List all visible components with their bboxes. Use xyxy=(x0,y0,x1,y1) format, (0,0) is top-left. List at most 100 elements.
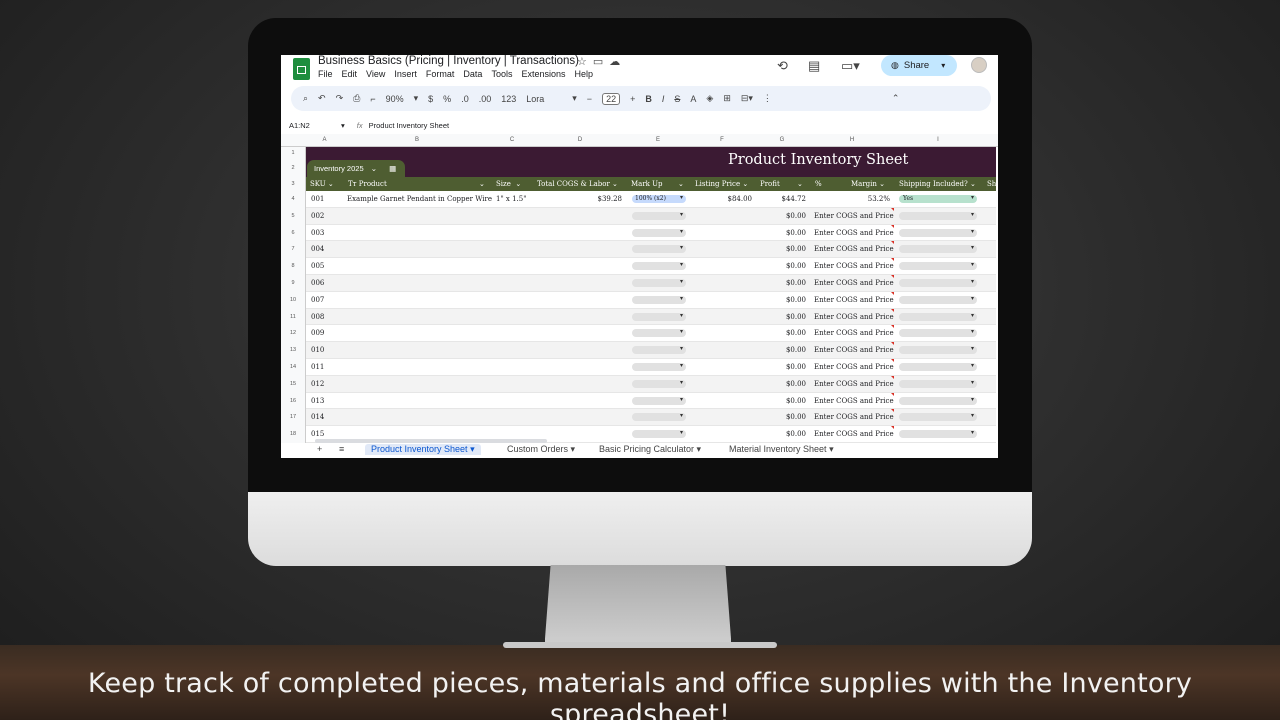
cell-profit[interactable]: $0.00 xyxy=(768,212,806,220)
cell-sku[interactable]: 001 xyxy=(311,195,324,203)
markup-dropdown[interactable]: ▾ xyxy=(632,261,686,271)
menu-view[interactable]: View xyxy=(366,69,385,79)
document-title[interactable]: Business Basics (Pricing | Inventory | T… xyxy=(318,55,579,67)
markup-dropdown[interactable]: ▾ xyxy=(632,228,686,237)
paint-format-icon[interactable]: ⌐ xyxy=(370,94,375,104)
header-shipping[interactable]: Shipping Included? ⌄ xyxy=(899,180,976,188)
collapse-toolbar-icon[interactable]: ⌃ xyxy=(892,93,900,104)
cell-margin[interactable]: Enter COGS and Price xyxy=(814,262,894,270)
cell-profit[interactable]: $0.00 xyxy=(768,413,806,421)
version-history-icon[interactable]: ⟲ xyxy=(777,58,788,74)
cell-sku[interactable]: 009 xyxy=(311,329,324,337)
header-sku[interactable]: SKU ⌄ xyxy=(310,180,334,188)
markup-dropdown[interactable]: ▾ xyxy=(632,328,686,338)
cell-cogs[interactable]: $39.28 xyxy=(576,195,623,203)
tab-material-inventory-sheet[interactable]: Material Inventory Sheet ▾ xyxy=(729,444,834,455)
cell-margin[interactable]: Enter COGS and Price xyxy=(814,313,894,321)
share-button[interactable]: ◍ Share ▾ xyxy=(881,55,957,76)
cell-margin[interactable]: Enter COGS and Price xyxy=(814,413,894,421)
row-header[interactable]: 15 xyxy=(281,375,306,393)
chevron-down-icon[interactable]: ⌄ xyxy=(371,164,377,173)
menu-file[interactable]: File xyxy=(318,69,333,79)
cell-sku[interactable]: 015 xyxy=(311,430,324,438)
row-header[interactable]: 6 xyxy=(281,224,306,242)
markup-dropdown[interactable]: ▾ xyxy=(632,412,686,422)
cell-listing-price[interactable]: $84.00 xyxy=(706,195,753,203)
all-sheets-button[interactable]: ≡ xyxy=(339,444,344,454)
header-sh[interactable]: Sh xyxy=(987,180,996,188)
shipping-dropdown[interactable]: ▾ xyxy=(899,244,977,254)
column-header-a[interactable]: A xyxy=(306,137,343,143)
header-margin[interactable]: Margin ⌄ xyxy=(851,180,885,188)
meet-camera-icon[interactable]: ▭▾ xyxy=(841,58,860,74)
cell-margin[interactable]: Enter COGS and Price xyxy=(814,245,894,253)
comment-indicator[interactable] xyxy=(891,342,894,346)
cell-margin[interactable]: Enter COGS and Price xyxy=(814,296,894,304)
comment-indicator[interactable] xyxy=(891,258,894,262)
header-profit-filter-icon[interactable]: ⌄ xyxy=(797,180,803,188)
header-size[interactable]: Size ⌄ xyxy=(496,180,521,188)
markup-dropdown[interactable]: ▾ xyxy=(632,278,686,287)
cell-product[interactable]: Example Garnet Pendant in Copper Wire xyxy=(347,195,492,203)
row-header[interactable]: 3 xyxy=(281,177,306,191)
header-markup-filter-icon[interactable]: ⌄ xyxy=(678,180,684,188)
row-header[interactable]: 13 xyxy=(281,342,306,359)
cell-sku[interactable]: 007 xyxy=(311,296,324,304)
comments-icon[interactable]: ▤ xyxy=(808,58,820,74)
header-product-filter-icon[interactable]: ⌄ xyxy=(479,180,485,188)
column-header-i[interactable]: I xyxy=(895,137,981,143)
table-view-icon[interactable]: ▦ xyxy=(389,164,396,173)
menu-edit[interactable]: Edit xyxy=(342,69,358,79)
row-header[interactable]: 12 xyxy=(281,325,306,343)
undo-icon[interactable]: ↶ xyxy=(318,93,326,104)
cell-margin[interactable]: 53.2% xyxy=(846,195,890,203)
shipping-dropdown[interactable]: ▾ xyxy=(899,328,977,338)
chevron-down-icon[interactable]: ▾ xyxy=(341,121,345,130)
cloud-status-icon[interactable]: ☁ xyxy=(609,56,626,68)
search-menus-icon[interactable]: ⌕ xyxy=(303,93,308,104)
row-header[interactable]: 4 xyxy=(281,191,306,208)
row-header[interactable]: 10 xyxy=(281,291,306,309)
cell-margin[interactable]: Enter COGS and Price xyxy=(814,329,894,337)
chevron-down-icon[interactable]: ▾ xyxy=(414,93,419,104)
chevron-down-icon[interactable]: ▾ xyxy=(572,93,577,104)
markup-dropdown[interactable]: ▾ xyxy=(632,312,686,321)
cell-profit[interactable]: $0.00 xyxy=(768,380,806,388)
cell-profit[interactable]: $0.00 xyxy=(768,262,806,270)
markup-dropdown[interactable]: ▾ xyxy=(632,345,686,355)
cell-sku[interactable]: 008 xyxy=(311,313,324,321)
cell-margin[interactable]: Enter COGS and Price xyxy=(814,363,894,371)
shipping-dropdown[interactable]: ▾ xyxy=(899,261,977,271)
cell-sku[interactable]: 002 xyxy=(311,212,324,220)
borders-icon[interactable]: ⊞ xyxy=(723,93,731,104)
cell-margin[interactable]: Enter COGS and Price xyxy=(814,279,894,287)
cell-sku[interactable]: 012 xyxy=(311,380,324,388)
row-header[interactable]: 1 xyxy=(281,147,306,160)
name-box[interactable]: A1:N2 xyxy=(281,121,341,130)
number-format-button[interactable]: 123 xyxy=(501,94,516,104)
shipping-dropdown[interactable]: ▾ xyxy=(899,228,977,237)
tab-basic-pricing-calculator[interactable]: Basic Pricing Calculator ▾ xyxy=(599,444,701,455)
decrease-decimal-button[interactable]: .0 xyxy=(461,94,469,104)
row-header[interactable]: 14 xyxy=(281,359,306,376)
markup-dropdown[interactable]: 100% (x2) ▾ xyxy=(632,194,686,203)
shipping-dropdown[interactable]: ▾ xyxy=(899,396,977,405)
zoom-select[interactable]: 90% xyxy=(386,94,404,104)
cell-sku[interactable]: 011 xyxy=(311,363,324,371)
cell-margin[interactable]: Enter COGS and Price xyxy=(814,397,894,405)
cell-profit[interactable]: $0.00 xyxy=(768,346,806,354)
column-header-h[interactable]: H xyxy=(809,137,895,143)
markup-dropdown[interactable]: ▾ xyxy=(632,211,686,220)
row-header[interactable]: 7 xyxy=(281,241,306,259)
header-listing-price[interactable]: Listing Price ⌄ xyxy=(695,180,748,188)
menu-insert[interactable]: Insert xyxy=(394,69,417,79)
cell-profit[interactable]: $0.00 xyxy=(768,229,806,237)
comment-indicator[interactable] xyxy=(891,409,894,413)
menu-format[interactable]: Format xyxy=(426,69,455,79)
row-header[interactable]: 2 xyxy=(281,160,306,177)
header-profit[interactable]: Profit xyxy=(760,180,780,188)
header-product[interactable]: Tт Product xyxy=(348,180,387,188)
comment-indicator[interactable] xyxy=(891,241,894,245)
row-header[interactable]: 17 xyxy=(281,409,306,427)
cell-margin[interactable]: Enter COGS and Price xyxy=(814,229,894,237)
